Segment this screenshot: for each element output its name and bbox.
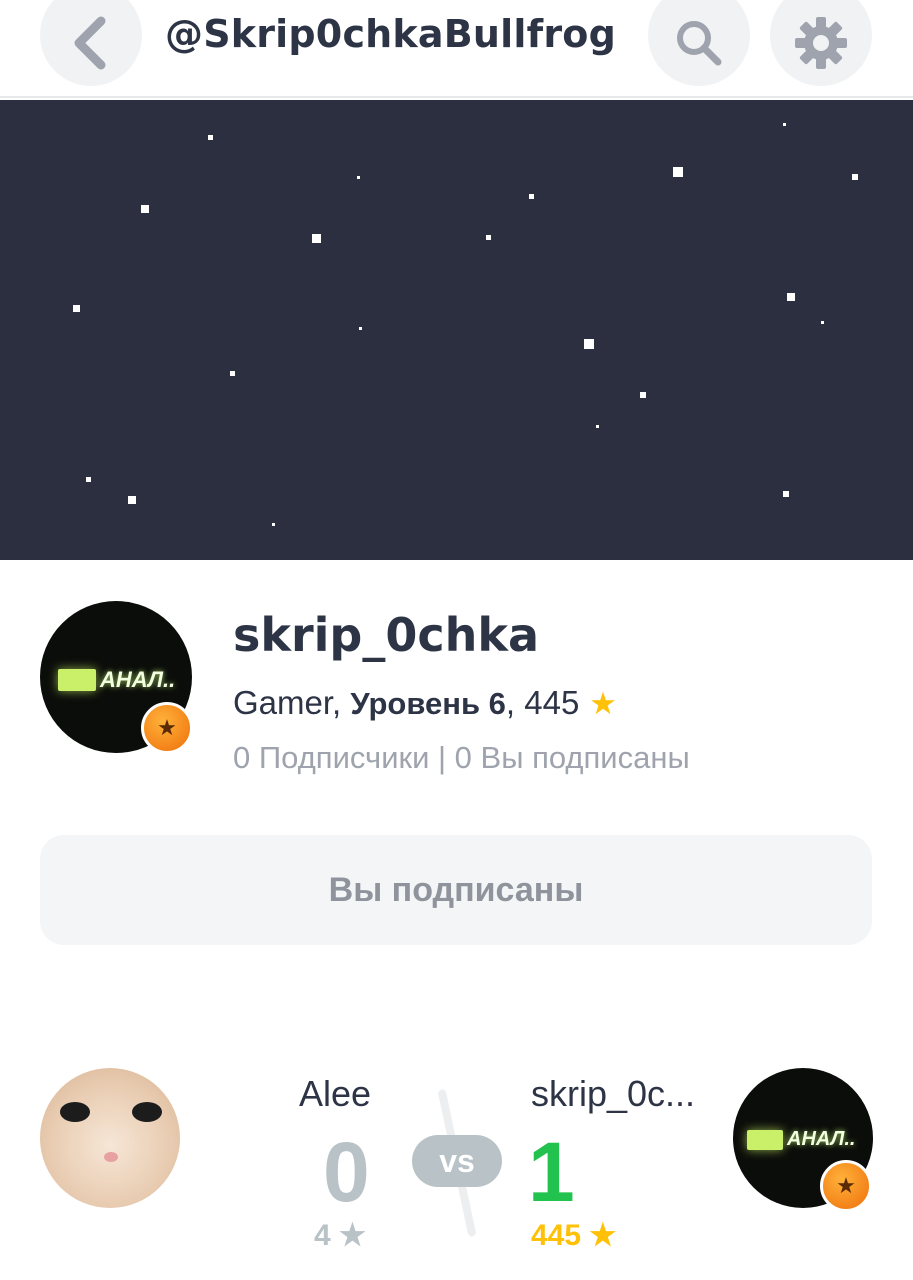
banner-star — [596, 425, 599, 428]
banner-star — [141, 205, 149, 213]
cat-eye — [132, 1102, 162, 1122]
settings-button[interactable] — [770, 0, 872, 86]
profile-username: skrip_0chka — [233, 608, 540, 662]
profile-level: Уровень 6 — [350, 686, 506, 721]
self-points: 445 ★ — [531, 1219, 617, 1252]
profile-banner — [0, 100, 913, 560]
opponent-name: Alee — [299, 1073, 372, 1114]
banner-star — [359, 327, 362, 330]
opponent-score: 0 — [323, 1125, 370, 1219]
self-score: 1 — [528, 1125, 575, 1219]
avatar-sign-block — [747, 1130, 783, 1150]
cat-nose — [104, 1152, 118, 1162]
banner-star — [852, 174, 858, 180]
cat-eye — [60, 1102, 90, 1122]
avatar-sign-block — [58, 669, 96, 691]
level-badge: ★ — [820, 1160, 872, 1212]
banner-star — [486, 235, 491, 240]
opponent-avatar[interactable] — [40, 1068, 180, 1208]
star-icon: ★ — [589, 1219, 617, 1252]
profile-role: Gamer — [233, 684, 333, 721]
top-bar: @Skrip0chkaBullfrog — [0, 0, 913, 98]
banner-star — [73, 305, 80, 312]
avatar-sign-text: АНАЛ.. — [100, 667, 176, 692]
banner-star — [208, 135, 213, 140]
banner-star — [783, 491, 789, 497]
banner-star — [640, 392, 646, 398]
subscribed-button[interactable]: Вы подписаны — [40, 835, 872, 945]
back-button[interactable] — [40, 0, 142, 86]
vs-badge: vs — [412, 1135, 502, 1187]
star-icon: ★ — [339, 1219, 366, 1252]
banner-star — [128, 496, 136, 504]
avatar-sign-text: АНАЛ.. — [787, 1128, 856, 1150]
follow-stats[interactable]: 0 Подписчики | 0 Вы подписаны — [233, 740, 690, 776]
banner-star — [272, 523, 275, 526]
level-badge: ★ — [141, 702, 193, 754]
gear-icon — [795, 17, 847, 69]
star-icon: ★ — [157, 715, 177, 741]
star-icon: ★ — [836, 1173, 856, 1199]
banner-star — [230, 371, 235, 376]
search-icon — [677, 21, 722, 66]
profile-points: 445 — [524, 684, 580, 721]
opponent-points: 4 ★ — [314, 1219, 366, 1252]
banner-star — [787, 293, 795, 301]
banner-star — [529, 194, 534, 199]
profile-meta: Gamer, Уровень 6, 445 ★ — [233, 684, 617, 722]
star-icon: ★ — [589, 686, 617, 722]
banner-star — [86, 477, 91, 482]
self-name: skrip_0c... — [531, 1073, 696, 1114]
page-title: @Skrip0chkaBullfrog — [165, 12, 616, 56]
banner-star — [821, 321, 824, 324]
banner-star — [673, 167, 683, 177]
back-arrow-icon — [74, 16, 106, 70]
banner-star — [584, 339, 594, 349]
banner-star — [783, 123, 786, 126]
search-button[interactable] — [648, 0, 750, 86]
banner-star — [312, 234, 321, 243]
banner-star — [357, 176, 360, 179]
